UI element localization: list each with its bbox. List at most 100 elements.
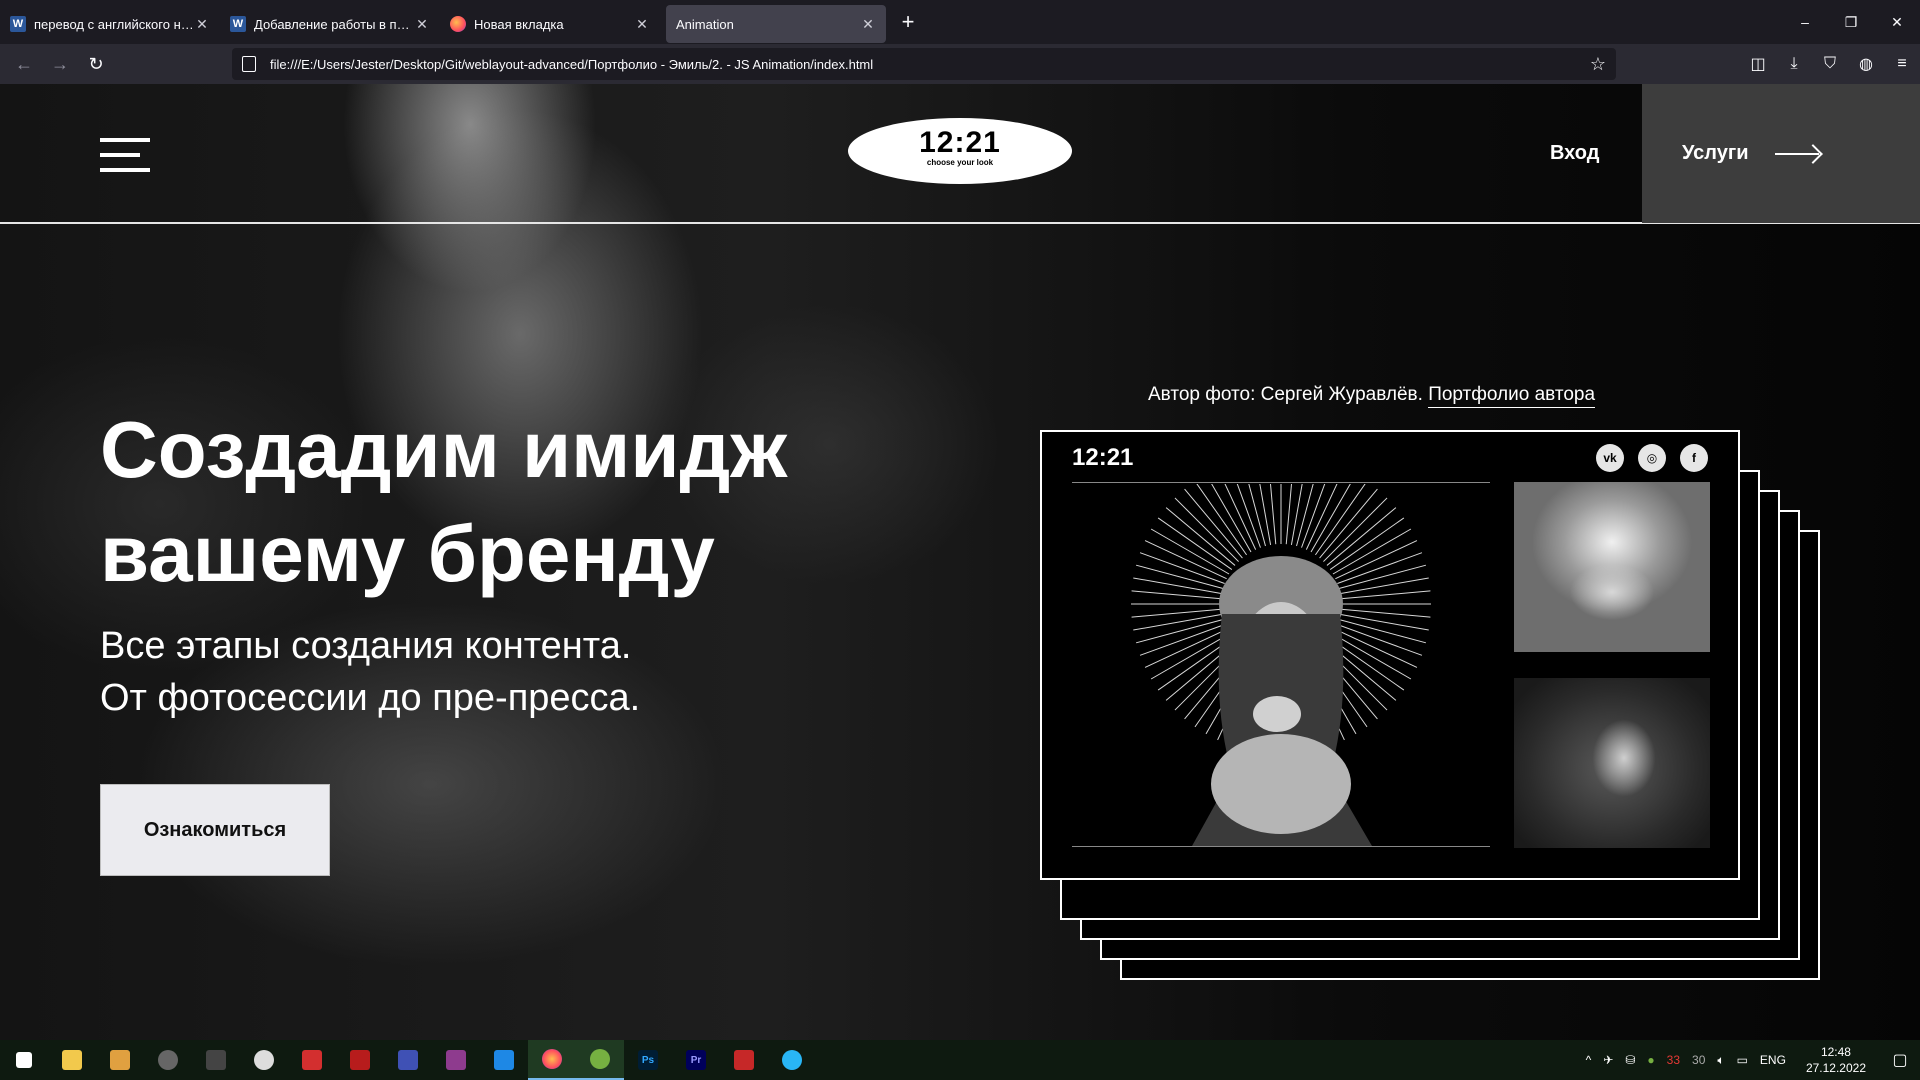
restore-button[interactable]: ❐ xyxy=(1828,0,1874,44)
logo-time: 12:21 xyxy=(919,126,1001,159)
tray-app-icon[interactable]: ⛁ xyxy=(1619,1053,1641,1067)
toolbar-right: ◫ ⤓ ⛉ ◍ ≡ xyxy=(1740,44,1920,84)
new-tab-button[interactable]: + xyxy=(892,6,924,38)
word-icon: W xyxy=(10,16,26,32)
halo-ray xyxy=(1335,628,1418,668)
tab-animation[interactable]: Animation ✕ xyxy=(666,5,886,43)
firefox-icon xyxy=(450,16,466,32)
pocket-icon[interactable]: ◫ xyxy=(1740,54,1776,74)
tab-label: Новая вкладка xyxy=(474,16,564,32)
system-tray: ^ ✈ ⛁ ● 33 30 🔈︎ ▭ ENG 12:48 27.12.2022 … xyxy=(1580,1040,1920,1080)
telegram-icon[interactable] xyxy=(768,1040,816,1080)
portfolio-preview-card: 12:21 vk ◎ f xyxy=(1040,430,1740,880)
tab-translation[interactable]: W перевод с английского на рус ✕ xyxy=(0,5,220,43)
learn-more-button[interactable]: Ознакомиться xyxy=(100,784,330,876)
acrobat-icon[interactable] xyxy=(336,1040,384,1080)
instagram-icon[interactable]: ◎ xyxy=(1638,444,1666,472)
vk-icon[interactable]: vk xyxy=(1596,444,1624,472)
services-label: Услуги xyxy=(1682,142,1749,164)
card-logo: 12:21 xyxy=(1072,444,1134,471)
login-link[interactable]: Вход xyxy=(1550,142,1599,165)
page-icon xyxy=(242,56,256,72)
disc-icon[interactable] xyxy=(144,1040,192,1080)
main-portrait-photo xyxy=(1072,484,1490,846)
download-icon[interactable]: ⤓ xyxy=(1776,55,1812,73)
close-icon[interactable]: ✕ xyxy=(860,16,876,33)
halo-ray xyxy=(1340,590,1431,600)
facebook-icon[interactable]: f xyxy=(1680,444,1708,472)
winrar-icon[interactable] xyxy=(432,1040,480,1080)
web-page: 12:21 choose your look Вход Услуги Созда… xyxy=(0,84,1920,1040)
notification-icon[interactable]: ▢ xyxy=(1880,1050,1920,1070)
tray-app-icon[interactable]: ● xyxy=(1641,1053,1660,1067)
clock[interactable]: 12:48 27.12.2022 xyxy=(1792,1044,1880,1076)
photo-credit: Автор фото: Сергей Журавлёв. Портфолио а… xyxy=(1148,384,1596,408)
side-photo-top xyxy=(1514,482,1710,652)
menu-icon[interactable]: ≡ xyxy=(1884,55,1920,73)
halo-ray xyxy=(1144,540,1227,580)
divider xyxy=(1072,482,1490,483)
clapper-icon[interactable] xyxy=(192,1040,240,1080)
tab-portfolio-doc[interactable]: W Добавление работы в портфо ✕ xyxy=(220,5,440,43)
game-launcher-icon[interactable] xyxy=(720,1040,768,1080)
globe-icon[interactable]: ◍ xyxy=(1848,54,1884,74)
volume-icon[interactable]: 🔈︎ xyxy=(1711,1053,1730,1068)
address-bar[interactable]: file:///E:/Users/Jester/Desktop/Git/webl… xyxy=(232,48,1616,80)
hamburger-menu-icon[interactable] xyxy=(100,138,150,174)
language-indicator[interactable]: ENG xyxy=(1754,1053,1792,1067)
clock-time: 12:48 xyxy=(1820,1045,1851,1059)
close-icon[interactable]: ✕ xyxy=(414,16,430,33)
window-controls: – ❐ ✕ xyxy=(1782,0,1920,44)
utorrent-icon[interactable] xyxy=(576,1040,624,1080)
halo-ray xyxy=(1332,528,1412,575)
clock-app-icon[interactable] xyxy=(240,1040,288,1080)
halo-ray xyxy=(1338,564,1427,589)
monitor-icon[interactable] xyxy=(384,1040,432,1080)
firefox-taskbar-icon[interactable] xyxy=(528,1040,576,1080)
premiere-icon[interactable]: Pr xyxy=(672,1040,720,1080)
tray-app-icon[interactable]: ✈ xyxy=(1597,1053,1619,1067)
services-button[interactable]: Услуги xyxy=(1642,84,1920,223)
tab-new-tab[interactable]: Новая вкладка ✕ xyxy=(440,5,660,43)
halo-ray xyxy=(1139,552,1225,584)
halo-ray xyxy=(1340,577,1429,595)
tray-counter: 33 xyxy=(1666,1053,1681,1067)
halo-ray xyxy=(1340,613,1429,631)
credit-text: Автор фото: Сергей Журавлёв. xyxy=(1148,384,1423,405)
reload-icon[interactable]: ↻ xyxy=(78,48,114,80)
forward-arrow-icon[interactable]: → xyxy=(42,48,78,80)
browser-toolbar: ← → ↻ file:///E:/Users/Jester/Desktop/Gi… xyxy=(0,44,1920,84)
close-icon[interactable]: ✕ xyxy=(194,16,210,33)
halo-ray xyxy=(1133,613,1222,631)
extension-shield-icon[interactable]: ⛉ xyxy=(1812,55,1848,73)
tray-counter: 30 xyxy=(1692,1053,1706,1067)
site-logo[interactable]: 12:21 choose your look xyxy=(848,118,1072,184)
url-text[interactable]: file:///E:/Users/Jester/Desktop/Git/webl… xyxy=(270,57,873,72)
media-player-icon[interactable] xyxy=(96,1040,144,1080)
author-portfolio-link[interactable]: Портфолио автора xyxy=(1428,384,1596,408)
halo-ray xyxy=(1340,608,1431,618)
hero-subtitle: Все этапы создания контента. От фотосесс… xyxy=(100,625,641,719)
bookmark-star-icon[interactable]: ☆ xyxy=(1590,54,1606,75)
photoshop-icon[interactable]: Ps xyxy=(624,1040,672,1080)
clock-date: 27.12.2022 xyxy=(1805,1061,1866,1075)
browser-tab-bar: W перевод с английского на рус ✕ W Добав… xyxy=(0,0,1920,44)
halo-ray xyxy=(1150,528,1230,575)
minimize-button[interactable]: – xyxy=(1782,0,1828,44)
halo-ray xyxy=(1335,540,1418,580)
file-explorer-icon[interactable] xyxy=(48,1040,96,1080)
network-icon[interactable]: ▭ xyxy=(1731,1053,1754,1067)
tab-label: Animation xyxy=(676,16,734,32)
windows-taskbar: Ps Pr ^ ✈ ⛁ ● 33 30 🔈︎ ▭ ENG 12:48 27.12… xyxy=(0,1040,1920,1080)
logo-tagline: choose your look xyxy=(926,158,994,167)
tab-label: Добавление работы в портфо xyxy=(254,16,414,32)
start-windows-icon[interactable] xyxy=(0,1040,48,1080)
vscode-icon[interactable] xyxy=(480,1040,528,1080)
close-window-button[interactable]: ✕ xyxy=(1874,0,1920,44)
halo-ray xyxy=(1133,577,1222,595)
chevron-up-icon[interactable]: ^ xyxy=(1580,1053,1598,1067)
close-icon[interactable]: ✕ xyxy=(634,16,650,33)
back-arrow-icon[interactable]: ← xyxy=(6,48,42,80)
divider xyxy=(1072,846,1490,847)
amd-icon[interactable] xyxy=(288,1040,336,1080)
